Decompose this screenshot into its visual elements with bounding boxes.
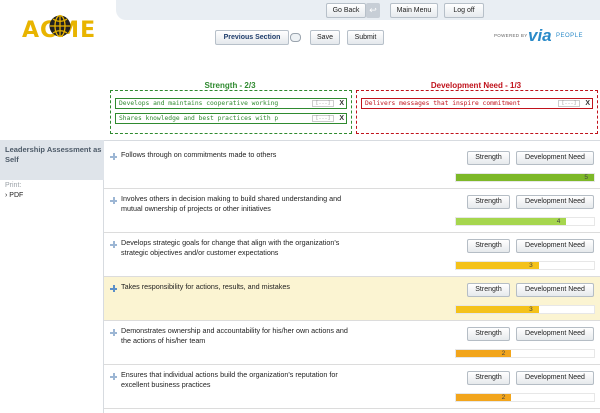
strength-chip[interactable]: Develops and maintains cooperative worki… xyxy=(115,98,347,109)
strength-button[interactable]: Strength xyxy=(467,195,510,209)
save-button[interactable]: Save xyxy=(310,30,340,45)
score-bar: 4 xyxy=(455,217,595,226)
remove-strength-button[interactable]: X xyxy=(339,99,344,108)
competency-text: Develops strategic goals for change that… xyxy=(121,238,340,257)
competency-text: Takes responsibility for actions, result… xyxy=(121,282,290,291)
competency-row: Develops strategic goals for change that… xyxy=(104,233,600,277)
score-bar: 3 xyxy=(455,305,595,314)
score-value: 4 xyxy=(556,218,561,225)
development-chip[interactable]: Delivers messages that inspire commitmen… xyxy=(361,98,593,109)
competency-text: Follows through on commitments made to o… xyxy=(121,150,277,159)
plus-icon[interactable] xyxy=(110,197,117,204)
score-bar: 5 xyxy=(455,173,595,182)
development-chip-label: Delivers messages that inspire commitmen… xyxy=(365,100,521,107)
score-bar-fill: 2 xyxy=(456,394,512,401)
score-bar-fill: 3 xyxy=(456,262,539,269)
competency-text: Demonstrates ownership and accountabilit… xyxy=(121,326,348,345)
score-bar-fill: 2 xyxy=(456,350,512,357)
powered-by-via-people-logo: POWERED BY via PEOPLE xyxy=(494,26,600,46)
strength-button[interactable]: Strength xyxy=(467,371,510,385)
competency-row: Involves others in decision making to bu… xyxy=(104,189,600,233)
development-need-button[interactable]: Development Need xyxy=(516,371,594,385)
strength-summary-box: Develops and maintains cooperative worki… xyxy=(110,90,352,134)
list-divider xyxy=(104,140,600,141)
competency-text: Ensures that individual actions build th… xyxy=(121,370,338,389)
competency-row-selected: Takes responsibility for actions, result… xyxy=(104,277,600,321)
plus-icon[interactable] xyxy=(110,329,117,336)
strength-chip[interactable]: Shares knowledge and best practices with… xyxy=(115,113,347,124)
globe-icon xyxy=(49,14,71,38)
development-summary-title: Development Need - 1/3 xyxy=(430,81,522,90)
remove-strength-button[interactable]: X xyxy=(339,114,344,123)
plus-icon[interactable] xyxy=(110,373,117,380)
score-value: 3 xyxy=(529,306,533,313)
print-label: Print: xyxy=(5,182,22,189)
via-text: via xyxy=(528,26,552,45)
strength-button[interactable]: Strength xyxy=(467,327,510,341)
strength-summary-title: Strength - 2/3 xyxy=(204,81,256,90)
score-bar-fill: 5 xyxy=(456,174,594,181)
development-need-button[interactable]: Development Need xyxy=(516,283,594,297)
development-need-button[interactable]: Development Need xyxy=(516,151,594,165)
plus-icon[interactable] xyxy=(110,285,117,292)
development-need-button[interactable]: Development Need xyxy=(516,327,594,341)
score-bar-fill: 4 xyxy=(456,218,567,225)
plus-icon[interactable] xyxy=(110,241,117,248)
ellipsis-box: [...] xyxy=(312,115,334,122)
competency-row: Demonstrates ownership and accountabilit… xyxy=(104,321,600,365)
score-value: 2 xyxy=(501,350,506,357)
plus-icon[interactable] xyxy=(110,153,117,160)
development-need-button[interactable]: Development Need xyxy=(516,239,594,253)
score-value: 5 xyxy=(584,174,588,181)
ellipsis-box: [...] xyxy=(312,100,334,107)
pdf-link-label[interactable]: PDF xyxy=(9,192,23,199)
strength-button[interactable]: Strength xyxy=(467,239,510,253)
acme-logo: ACME xyxy=(22,12,114,46)
development-need-button[interactable]: Development Need xyxy=(516,195,594,209)
strength-chip-label: Develops and maintains cooperative worki… xyxy=(119,100,279,107)
remove-development-button[interactable]: X xyxy=(585,99,590,108)
go-back-button[interactable]: Go Back xyxy=(326,3,366,18)
strength-chip-label: Shares knowledge and best practices with… xyxy=(119,115,279,122)
undo-arrow-icon[interactable]: ↩ xyxy=(366,3,380,18)
ellipsis-box: [...] xyxy=(558,100,580,107)
sidebar: Leadership Assessment as Self Print: › P… xyxy=(0,140,104,413)
sidebar-heading: Leadership Assessment as Self xyxy=(0,140,104,180)
score-bar: 2 xyxy=(455,349,595,358)
score-bar: 2 xyxy=(455,393,595,402)
score-value: 2 xyxy=(501,394,506,401)
competency-text: Involves others in decision making to bu… xyxy=(121,194,342,213)
powered-by-text: POWERED BY xyxy=(494,33,528,38)
pdf-link[interactable]: › PDF xyxy=(5,192,23,199)
competency-row: Ensures that individual actions build th… xyxy=(104,365,600,409)
competency-row: Follows through on commitments made to o… xyxy=(104,145,600,189)
previous-section-button[interactable]: Previous Section xyxy=(215,30,289,45)
score-bar: 3 xyxy=(455,261,595,270)
score-bar-fill: 3 xyxy=(456,306,539,313)
log-off-button[interactable]: Log off xyxy=(444,3,484,18)
people-text: PEOPLE xyxy=(556,33,584,39)
score-value: 3 xyxy=(529,262,533,269)
strength-button[interactable]: Strength xyxy=(467,283,510,297)
submit-button[interactable]: Submit xyxy=(347,30,384,45)
header: ACME Go Back ↩ Main Menu Log off POWERED… xyxy=(0,0,600,58)
development-summary-box: Delivers messages that inspire commitmen… xyxy=(356,90,598,134)
speech-bubble-icon[interactable] xyxy=(290,33,301,42)
main-menu-button[interactable]: Main Menu xyxy=(390,3,438,18)
strength-button[interactable]: Strength xyxy=(467,151,510,165)
